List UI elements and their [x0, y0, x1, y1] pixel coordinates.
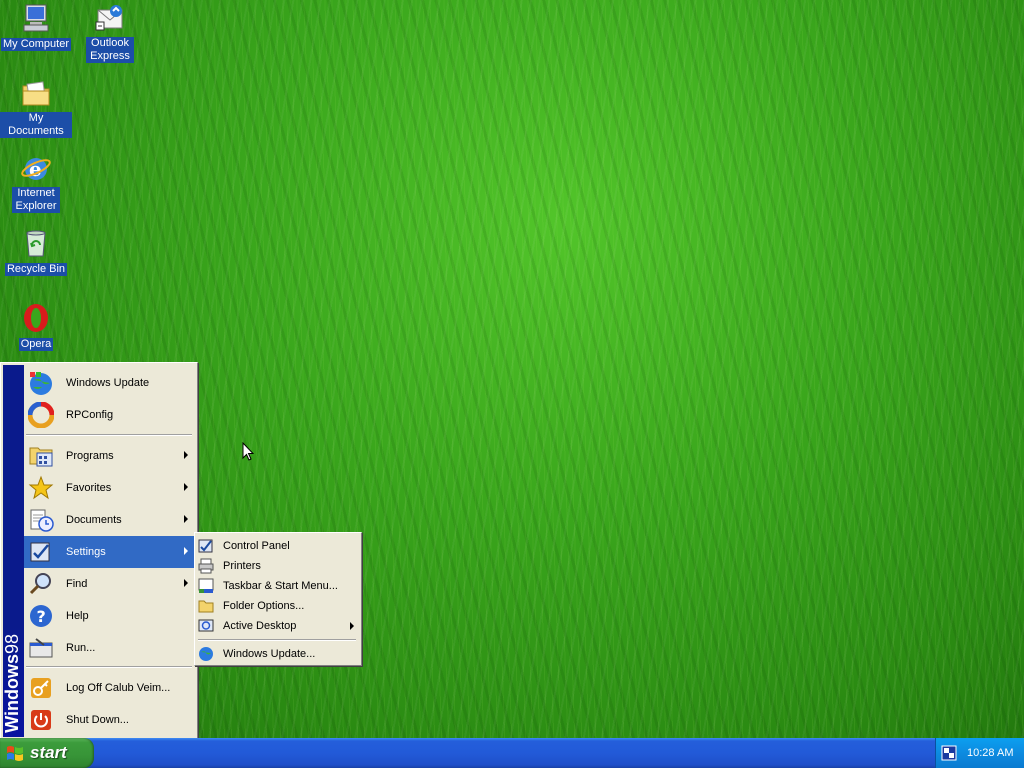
settings-submenu: Control Panel Printers Taskbar & Start M… — [194, 532, 362, 666]
menu-item-find[interactable]: Find — [24, 568, 194, 600]
svg-text:?: ? — [37, 607, 46, 626]
windows-flag-icon — [6, 744, 24, 762]
submenu-item-control-panel[interactable]: Control Panel — [196, 536, 360, 556]
submenu-item-label: Folder Options... — [223, 600, 305, 612]
menu-item-label: Documents — [66, 514, 122, 526]
rpconfig-icon — [27, 401, 55, 429]
desktop-icon-label: My Documents — [0, 112, 72, 138]
opera-icon — [20, 302, 52, 334]
menu-item-rpconfig[interactable]: RPConfig — [24, 399, 194, 431]
submenu-item-label: Taskbar & Start Menu... — [223, 580, 338, 592]
menu-item-log-off[interactable]: Log Off Calub Veim... — [24, 672, 194, 704]
recycle-bin-icon — [20, 227, 52, 259]
clock[interactable]: 10:28 AM — [967, 747, 1013, 759]
submenu-arrow-icon — [350, 622, 354, 630]
desktop-icon-my-documents[interactable]: My Documents — [0, 77, 72, 138]
menu-item-label: Log Off Calub Veim... — [66, 682, 171, 694]
settings-icon — [28, 539, 54, 565]
programs-icon — [28, 443, 54, 469]
start-menu-banner: Windows98 — [2, 365, 24, 737]
banner-text-thin: 98 — [2, 634, 22, 655]
submenu-item-label: Active Desktop — [223, 620, 297, 632]
windows-update-icon — [28, 370, 54, 396]
submenu-arrow-icon — [184, 515, 188, 523]
start-button[interactable]: start — [0, 738, 94, 768]
menu-item-programs[interactable]: Programs — [24, 440, 194, 472]
menu-item-label: Help — [66, 610, 89, 622]
banner-text-bold: Windows — [2, 654, 22, 733]
desktop-icon-label: Opera — [18, 338, 54, 351]
help-icon: ? — [28, 603, 54, 629]
find-icon — [28, 571, 54, 597]
submenu-separator — [198, 639, 356, 641]
desktop-icon-label: My Computer — [0, 38, 72, 51]
menu-item-run[interactable]: Run... — [24, 632, 194, 664]
menu-item-label: Find — [66, 578, 88, 590]
taskbar: start 10:28 AM — [0, 738, 1024, 768]
menu-item-label: Windows Update — [66, 377, 150, 389]
folder-icon — [20, 77, 52, 109]
desktop-icon-my-computer[interactable]: My Computer — [0, 2, 72, 51]
language-icon[interactable] — [941, 745, 957, 761]
menu-item-label: Settings — [66, 546, 106, 558]
menu-item-favorites[interactable]: Favorites — [24, 472, 194, 504]
menu-item-help[interactable]: ? Help — [24, 600, 194, 632]
submenu-arrow-icon — [184, 451, 188, 459]
desktop-icon-recycle-bin[interactable]: Recycle Bin — [0, 227, 72, 276]
desktop-icon-internet-explorer[interactable]: e Internet Explorer — [0, 152, 72, 213]
menu-item-label: RPConfig — [66, 409, 114, 421]
folder-options-icon — [198, 598, 214, 614]
shutdown-icon — [28, 707, 54, 733]
menu-item-label: Programs — [66, 450, 114, 462]
menu-separator — [26, 666, 192, 668]
submenu-item-windows-update[interactable]: Windows Update... — [196, 644, 360, 664]
menu-item-windows-update[interactable]: Windows Update — [24, 367, 194, 399]
desktop-icon-label: Internet Explorer — [12, 187, 60, 213]
desktop-icon-opera[interactable]: Opera — [0, 302, 72, 351]
documents-icon — [28, 507, 54, 533]
favorites-icon — [28, 475, 54, 501]
computer-icon — [20, 2, 52, 34]
desktop-icon-label: Recycle Bin — [4, 263, 68, 276]
run-icon — [28, 635, 54, 661]
windows-update-icon — [198, 646, 214, 662]
active-desktop-icon — [198, 618, 214, 634]
submenu-item-folder-options[interactable]: Folder Options... — [196, 596, 360, 616]
menu-item-settings[interactable]: Settings — [24, 536, 194, 568]
submenu-item-label: Windows Update... — [223, 648, 316, 660]
submenu-item-printers[interactable]: Printers — [196, 556, 360, 576]
control-panel-icon — [198, 538, 214, 554]
logoff-icon — [28, 675, 54, 701]
menu-separator — [26, 434, 192, 436]
mail-icon — [94, 2, 126, 34]
mouse-cursor-icon — [242, 441, 255, 462]
submenu-item-label: Control Panel — [223, 540, 290, 552]
taskbar-icon — [198, 578, 214, 594]
desktop-icon-label: Outlook Express — [86, 37, 134, 63]
menu-item-label: Favorites — [66, 482, 112, 494]
menu-item-shut-down[interactable]: Shut Down... — [24, 704, 194, 736]
submenu-item-taskbar-start-menu[interactable]: Taskbar & Start Menu... — [196, 576, 360, 596]
desktop-icon-outlook-express[interactable]: Outlook Express — [74, 2, 146, 63]
system-tray: 10:28 AM — [935, 738, 1024, 768]
submenu-arrow-icon — [184, 579, 188, 587]
menu-item-documents[interactable]: Documents — [24, 504, 194, 536]
ie-icon: e — [20, 152, 52, 184]
submenu-arrow-icon — [184, 547, 188, 555]
start-button-label: start — [30, 743, 67, 762]
menu-item-label: Shut Down... — [66, 714, 129, 726]
submenu-item-label: Printers — [223, 560, 261, 572]
menu-item-label: Run... — [66, 642, 96, 654]
submenu-arrow-icon — [184, 483, 188, 491]
printers-icon — [198, 558, 214, 574]
submenu-item-active-desktop[interactable]: Active Desktop — [196, 616, 360, 636]
